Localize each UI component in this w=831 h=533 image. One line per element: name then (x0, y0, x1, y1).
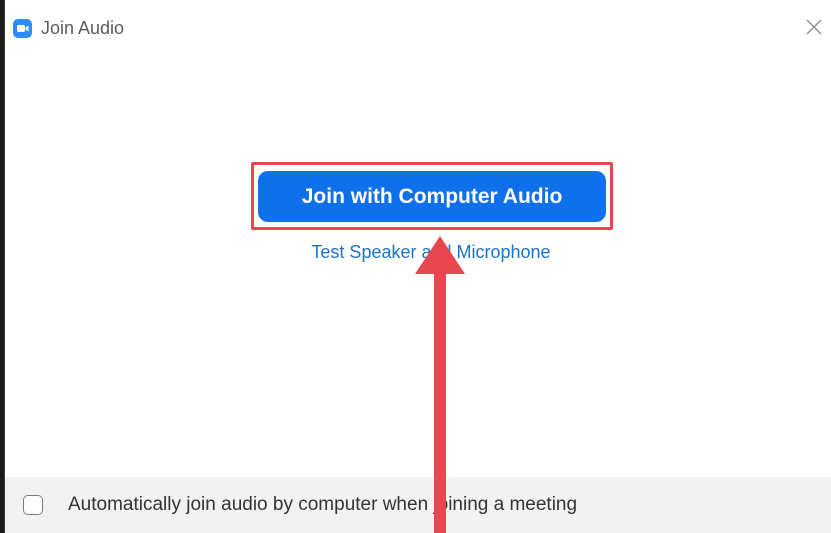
close-icon[interactable] (801, 14, 827, 40)
join-computer-audio-button[interactable]: Join with Computer Audio (258, 171, 606, 222)
title-bar: Join Audio (5, 0, 831, 56)
zoom-camera-icon (13, 19, 32, 38)
test-speaker-microphone-link[interactable]: Test Speaker and Microphone (231, 241, 631, 263)
window-title: Join Audio (41, 18, 125, 38)
auto-join-checkbox[interactable] (23, 495, 43, 515)
join-audio-dialog: Join Audio Join with Computer Audio Test… (4, 0, 831, 533)
auto-join-label[interactable]: Automatically join audio by computer whe… (68, 494, 577, 516)
footer-bar: Automatically join audio by computer whe… (5, 477, 831, 533)
